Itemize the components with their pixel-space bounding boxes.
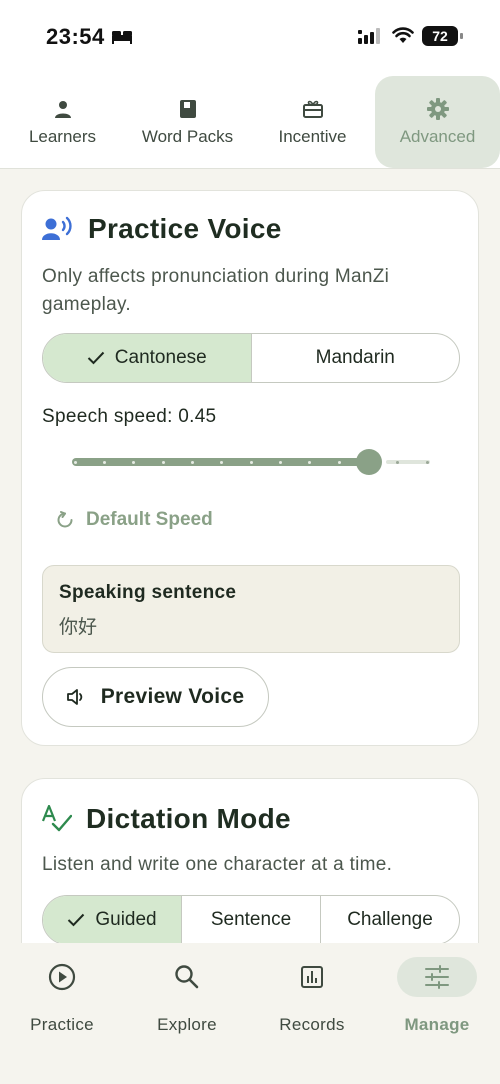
speech-speed-slider[interactable] (72, 447, 430, 477)
slider-inactive-track (386, 460, 430, 464)
practice-voice-card: Practice Voice Only affects pronunciatio… (21, 190, 479, 746)
spellcheck-icon (42, 805, 72, 832)
nav-label: Explore (157, 1015, 217, 1034)
wifi-icon (392, 27, 414, 43)
book-icon (179, 97, 197, 121)
clock-text: 23:54 (46, 24, 105, 49)
option-challenge[interactable]: Challenge (320, 896, 459, 944)
option-label: Mandarin (315, 347, 395, 368)
nav-label: Practice (30, 1015, 94, 1034)
person-icon (53, 97, 73, 121)
option-label: Challenge (347, 909, 433, 930)
tab-label: Incentive (278, 127, 347, 146)
option-guided[interactable]: Guided (43, 896, 181, 944)
slider-tick (337, 461, 341, 464)
nav-label: Records (279, 1015, 345, 1034)
tab-label: Learners (28, 127, 97, 146)
status-time: 23:54 (46, 24, 133, 50)
option-sentence[interactable]: Sentence (181, 896, 320, 944)
slider-tick (249, 461, 253, 464)
nav-explore[interactable]: Explore (127, 957, 247, 1035)
gift-icon (302, 97, 324, 121)
status-bar: 23:54 72 (0, 0, 500, 72)
tab-label: Word Packs (141, 127, 234, 146)
slider-tick (425, 461, 429, 464)
checkmark-icon (68, 913, 85, 927)
nav-records[interactable]: Records (252, 957, 372, 1035)
voice-segmented-control: Cantonese Mandarin (42, 333, 460, 383)
tab-label: Advanced (399, 127, 476, 146)
card-title: Dictation Mode (86, 803, 291, 834)
slider-tick (190, 461, 194, 464)
card-description: Listen and write one character at a time… (42, 854, 393, 875)
battery-level: 72 (432, 28, 448, 44)
slider-active-track (72, 458, 366, 466)
checkmark-icon (87, 351, 105, 365)
gear-icon (426, 97, 449, 121)
tab-learners[interactable]: Learners (0, 76, 125, 168)
bottom-navigation: Practice Explore Records Manage (0, 943, 500, 1084)
option-label: Cantonese (114, 347, 207, 368)
speech-speed-label: Speech speed: 0.45 (42, 406, 217, 427)
speaking-sentence-field[interactable]: Speaking sentence 你好 (42, 565, 460, 653)
speaking-sentence-value: 你好 (59, 616, 98, 638)
cellular-signal-icon (358, 28, 380, 44)
option-label: Sentence (210, 909, 292, 930)
search-icon (175, 965, 199, 989)
preview-voice-label: Preview Voice (100, 685, 245, 708)
play-circle-icon (48, 963, 76, 991)
slider-tick (102, 461, 106, 464)
reset-icon (57, 511, 73, 528)
slider-tick (161, 461, 165, 464)
card-title: Practice Voice (88, 213, 282, 244)
voice-speaker-icon (42, 216, 72, 240)
battery-icon: 72 (422, 26, 463, 46)
slider-tick (278, 461, 282, 464)
default-speed-button[interactable]: Default Speed (56, 509, 213, 531)
nav-label: Manage (404, 1015, 470, 1034)
option-label: Guided (95, 909, 157, 930)
slider-thumb[interactable] (356, 449, 383, 475)
speaking-sentence-label: Speaking sentence (59, 582, 237, 603)
speaker-icon (66, 689, 82, 705)
option-cantonese[interactable]: Cantonese (43, 334, 251, 382)
settings-tab-bar: Learners Word Packs Incentive Advanced (0, 72, 500, 169)
tab-advanced[interactable]: Advanced (375, 76, 500, 168)
slider-tick (73, 461, 77, 464)
option-mandarin[interactable]: Mandarin (250, 334, 460, 382)
card-description: Only affects pronunciation during ManZi … (42, 266, 390, 315)
tab-incentive[interactable]: Incentive (250, 76, 375, 168)
default-speed-label: Default Speed (86, 509, 213, 530)
sleep-bed-icon (111, 31, 132, 44)
nav-manage[interactable]: Manage (377, 957, 497, 1035)
sliders-icon (425, 965, 449, 989)
nav-practice[interactable]: Practice (2, 957, 122, 1035)
bar-chart-icon (301, 966, 323, 988)
preview-voice-button[interactable]: Preview Voice (42, 667, 269, 727)
tab-word-packs[interactable]: Word Packs (125, 76, 250, 168)
dictation-segmented-control: Guided Sentence Challenge (42, 895, 460, 945)
